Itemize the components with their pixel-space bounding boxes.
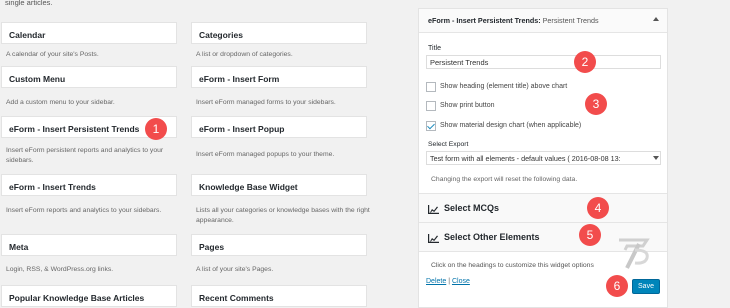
widget-recent-comments[interactable]: Recent Comments <box>191 285 367 307</box>
panel-header[interactable]: eForm - Insert Persistent Trends: Persis… <box>419 9 667 33</box>
title-input[interactable] <box>426 55 661 69</box>
section-label: Select Other Elements <box>444 232 540 242</box>
widget-description: single articles. <box>5 0 53 7</box>
widget-knowledge-base[interactable]: Knowledge Base Widget <box>191 174 367 196</box>
widget-calendar[interactable]: Calendar <box>1 22 177 44</box>
widget-description: A list or dropdown of categories. <box>196 51 293 58</box>
panel-header-widget: eForm - Insert Persistent Trends: <box>428 16 541 25</box>
widget-description: Lists all your categories or knowledge b… <box>196 207 370 224</box>
section-select-mcqs[interactable]: Select MCQs <box>419 193 667 223</box>
chart-icon <box>428 234 439 243</box>
annotation-badge: 2 <box>574 51 596 73</box>
close-link[interactable]: Close <box>452 278 470 285</box>
widget-hint: Click on the headings to customize this … <box>431 262 594 269</box>
delete-link[interactable]: Delete <box>426 278 446 285</box>
widget-categories[interactable]: Categories <box>191 22 367 44</box>
widget-eform-insert-trends[interactable]: eForm - Insert Trends <box>1 174 177 196</box>
annotation-badge: 1 <box>145 118 167 140</box>
panel-header-title: Persistent Trends <box>542 16 599 25</box>
widget-description: A list of your site's Pages. <box>196 266 274 273</box>
widget-pages[interactable]: Pages <box>191 234 367 256</box>
widget-eform-insert-form[interactable]: eForm - Insert Form <box>191 66 367 88</box>
annotation-badge: 4 <box>587 197 609 219</box>
checkbox-box[interactable] <box>426 101 436 111</box>
checkbox-label: Show material design chart (when applica… <box>440 122 582 129</box>
annotation-badge: 5 <box>579 224 601 246</box>
chevron-down-icon <box>653 156 659 160</box>
right-margin <box>700 0 730 308</box>
7p-logo <box>619 238 650 269</box>
widget-description: A calendar of your site's Posts. <box>6 51 99 58</box>
export-label: Select Export <box>428 141 469 148</box>
widget-description: Insert eForm persistent reports and anal… <box>6 147 164 164</box>
triangle-up-icon[interactable] <box>653 17 659 21</box>
widget-description: Login, RSS, & WordPress.org links. <box>6 266 114 273</box>
title-label: Title <box>428 45 441 52</box>
widget-meta[interactable]: Meta <box>1 234 177 256</box>
checkbox-box[interactable] <box>426 82 436 92</box>
checkbox-label: Show print button <box>440 102 495 109</box>
section-label: Select MCQs <box>444 203 500 213</box>
widget-description: Insert eForm reports and analytics to yo… <box>6 207 162 214</box>
checkbox-label: Show heading (element title) above chart <box>440 83 568 90</box>
widget-eform-insert-popup[interactable]: eForm - Insert Popup <box>191 116 367 138</box>
link-separator: | <box>448 278 451 285</box>
save-button[interactable]: Save <box>632 279 660 294</box>
annotation-badge: 3 <box>585 93 607 115</box>
column-gutter <box>382 0 412 308</box>
chart-icon <box>428 205 439 214</box>
export-select[interactable]: Test form with all elements - default va… <box>426 151 661 165</box>
widget-custom-menu[interactable]: Custom Menu <box>1 66 177 88</box>
widget-description: Add a custom menu to your sidebar. <box>6 99 115 106</box>
annotation-badge: 6 <box>606 275 628 297</box>
widget-description: Insert eForm managed forms to your sideb… <box>196 99 336 106</box>
checkbox-box-checked[interactable] <box>426 121 436 131</box>
widget-popular-kb-articles[interactable]: Popular Knowledge Base Articles <box>1 285 177 307</box>
widget-description: Insert eForm managed popups to your them… <box>196 151 335 158</box>
footer-links: Delete | Close <box>426 278 470 285</box>
export-note: Changing the export will reset the follo… <box>431 176 578 183</box>
